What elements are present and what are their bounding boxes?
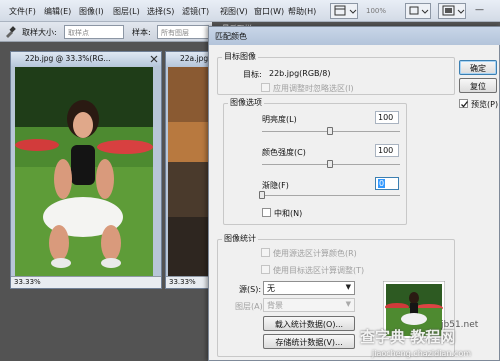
color-intensity-input[interactable]: 100 <box>375 144 399 157</box>
arrange-documents-icon <box>334 5 357 16</box>
luminance-input[interactable]: 100 <box>375 111 399 124</box>
watermark-domain: jb51.net <box>441 320 479 330</box>
reset-button[interactable]: 复位 <box>459 78 497 93</box>
neutralize-checkbox[interactable] <box>262 208 271 217</box>
document-title-2[interactable]: 22a.jpg <box>166 52 209 66</box>
layer-label: 图层(A): <box>235 302 266 311</box>
document-window-22b[interactable]: 22b.jpg @ 33.3%(RG... 33.33% <box>10 51 162 289</box>
photo-woman-garden <box>15 67 153 277</box>
menu-file[interactable]: 文件(F) <box>9 6 36 17</box>
extras-button[interactable] <box>405 3 431 19</box>
load-statistics-button[interactable]: 载入统计数据(O)... <box>263 316 355 331</box>
menu-select[interactable]: 选择(S) <box>147 6 174 17</box>
match-color-dialog: 匹配颜色 目标图像 目标: 22b.jpg(RGB/8) 应用调整时忽略选区(I… <box>208 26 500 361</box>
document-title[interactable]: 22b.jpg @ 33.3%(RG... <box>11 52 161 66</box>
layer-select[interactable]: 背景 ▼ <box>263 298 355 312</box>
luminance-slider-thumb[interactable] <box>327 127 333 135</box>
document-zoom-status[interactable]: 33.33% <box>11 276 161 288</box>
arrange-documents-button[interactable] <box>330 3 358 19</box>
minimize-icon[interactable]: — <box>475 5 484 15</box>
chevron-down-icon: ▼ <box>345 283 351 291</box>
ignore-selection-checkbox[interactable] <box>261 83 270 92</box>
menu-filter[interactable]: 滤镜(T) <box>182 6 209 17</box>
watermark-url: jiaocheng.chazidian.com <box>372 349 472 358</box>
sample-size-value: 取样点 <box>68 29 89 37</box>
color-intensity-label: 颜色强度(C) <box>262 148 306 157</box>
document-close-icon[interactable] <box>150 55 158 63</box>
menu-view[interactable]: 视图(V) <box>220 6 248 17</box>
source-value: 无 <box>267 284 275 293</box>
eyedropper-icon[interactable] <box>3 25 17 39</box>
photo-sunset-sea <box>168 67 209 277</box>
use-source-selection-checkbox[interactable] <box>261 248 270 257</box>
fade-input[interactable]: 0 <box>375 177 399 190</box>
fade-input-value: 0 <box>378 179 386 188</box>
neutralize-label: 中和(N) <box>274 209 303 218</box>
preview-checkbox[interactable] <box>459 99 469 108</box>
menu-window[interactable]: 窗口(W) <box>254 6 284 17</box>
sample-select[interactable]: 所有图层 <box>157 25 209 39</box>
options-bar: 取样大小: 取样点 样本: 所有图层 <box>0 22 212 42</box>
chevron-down-icon: ▼ <box>345 300 351 308</box>
document-window-22a[interactable]: 22a.jpg 33.33% <box>165 51 210 289</box>
source-label: 源(S): <box>239 285 262 294</box>
fade-slider-track[interactable] <box>262 195 400 196</box>
source-select[interactable]: 无 ▼ <box>263 281 355 295</box>
menu-layer[interactable]: 图层(L) <box>113 6 140 17</box>
layer-value: 背景 <box>267 301 283 310</box>
save-statistics-button[interactable]: 存储统计数据(V)... <box>263 334 355 349</box>
menu-image[interactable]: 图像(I) <box>79 6 104 17</box>
ignore-selection-label: 应用调整时忽略选区(I) <box>273 84 354 93</box>
image-statistics-group-label: 图像统计 <box>222 233 258 244</box>
fade-slider-thumb[interactable] <box>259 191 265 199</box>
menu-edit[interactable]: 编辑(E) <box>44 6 71 17</box>
use-target-selection-checkbox[interactable] <box>261 265 270 274</box>
ok-button[interactable]: 确定 <box>459 60 497 75</box>
menu-bar: 文件(F) 编辑(E) 图像(I) 图层(L) 选择(S) 滤镜(T) 视图(V… <box>0 0 500 22</box>
zoom-level[interactable]: 100% <box>366 7 386 15</box>
target-label: 目标: <box>243 70 262 79</box>
sample-value: 所有图层 <box>161 29 189 37</box>
sample-size-select[interactable]: 取样点 <box>64 25 124 39</box>
screen-mode-button[interactable] <box>438 3 466 19</box>
image-options-group-label: 图像选项 <box>228 97 264 108</box>
sample-size-label: 取样大小: <box>22 28 57 37</box>
color-intensity-slider-thumb[interactable] <box>327 160 333 168</box>
fade-label: 渐隐(F) <box>262 181 289 190</box>
extras-icon <box>409 6 429 15</box>
target-image-group-label: 目标图像 <box>222 51 258 62</box>
dialog-title: 匹配颜色 <box>209 27 500 45</box>
menu-help[interactable]: 帮助(H) <box>288 6 316 17</box>
checkmark-icon <box>461 101 469 108</box>
screen-mode-icon <box>442 5 465 16</box>
luminance-label: 明亮度(L) <box>262 115 297 124</box>
target-value: 22b.jpg(RGB/8) <box>269 69 331 78</box>
document-zoom-status-2[interactable]: 33.33% <box>166 276 209 288</box>
use-source-selection-label: 使用源选区计算颜色(R) <box>273 249 357 258</box>
use-target-selection-label: 使用目标选区计算调整(T) <box>273 266 365 275</box>
preview-label: 预览(P) <box>471 100 499 109</box>
sample-label: 样本: <box>132 28 151 37</box>
